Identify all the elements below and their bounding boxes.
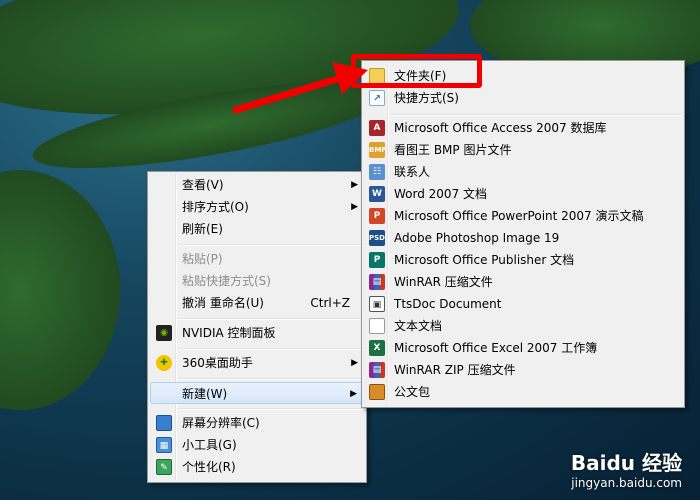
baidu-jingyan-watermark: Baidu 经验 jingyan.baidu.com xyxy=(571,447,682,490)
annotation-arrow xyxy=(232,62,368,114)
watermark-url: jingyan.baidu.com xyxy=(571,476,682,490)
watermark-logo: Baidu 经验 xyxy=(570,451,682,475)
